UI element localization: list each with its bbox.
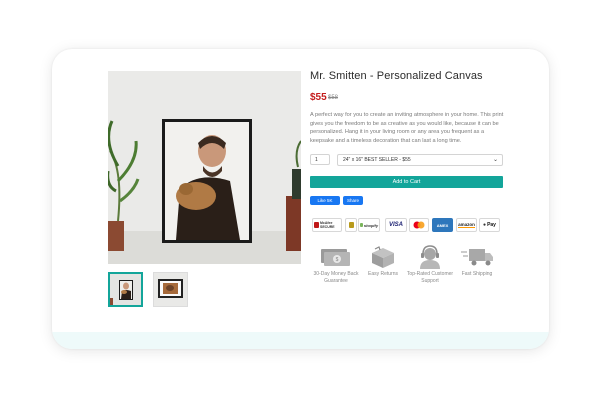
trust-fast-shipping-label: Fast Shipping <box>461 271 493 277</box>
quantity-input[interactable]: 1 <box>310 154 330 165</box>
product-old-price: $58 <box>328 95 339 101</box>
lock-icon <box>348 222 354 228</box>
trust-support: Top-Rated Customer Support <box>405 245 455 284</box>
trust-money-back-label: 30-Day Money Back Guarantee <box>313 271 359 284</box>
apple-icon: ● <box>483 222 487 228</box>
box-icon <box>372 246 394 268</box>
variant-select-value: 24" x 16" BEST SELLER - $55 <box>343 157 411 163</box>
amex-icon: AMEX <box>436 222 449 228</box>
product-main-image[interactable] <box>108 71 301 264</box>
visa-badge: VISA <box>385 218 407 232</box>
product-price: $55 <box>310 92 327 103</box>
facebook-share-button[interactable]: Share <box>343 196 363 205</box>
facebook-share-label: Share <box>346 198 359 203</box>
thumbnail-image <box>110 274 141 305</box>
product-description: A perfect way for you to create an invit… <box>310 112 504 145</box>
apple-pay-badge: ● Pay <box>479 218 500 232</box>
variant-select[interactable]: 24" x 16" BEST SELLER - $55 ⌄ <box>337 154 503 166</box>
apple-pay-label: Pay <box>487 222 496 228</box>
mastercard-badge <box>409 218 429 232</box>
money-icon: $ <box>321 249 350 266</box>
svg-text:$: $ <box>336 257 339 263</box>
chevron-down-icon: ⌄ <box>492 157 498 163</box>
product-title: Mr. Smitten - Personalized Canvas <box>310 70 483 82</box>
support-icon <box>420 245 440 269</box>
card-footer <box>52 332 549 349</box>
thumbnail-2[interactable] <box>153 272 188 307</box>
facebook-like-label: Like 5K <box>317 198 333 203</box>
trust-easy-returns: Easy Returns <box>358 245 408 278</box>
mastercard-icon <box>413 221 425 229</box>
add-to-cart-button[interactable]: Add to Cart <box>310 176 503 188</box>
thumbnail-1[interactable] <box>108 272 143 307</box>
mcafee-icon <box>314 222 319 228</box>
visa-icon: VISA <box>388 222 403 228</box>
amazon-icon: amazon <box>458 222 475 228</box>
mcafee-badge: McAfee SECURE <box>312 218 342 232</box>
trust-support-label: Top-Rated Customer Support <box>406 271 454 284</box>
shopify-icon <box>359 223 363 227</box>
truck-icon <box>461 249 493 266</box>
trust-money-back: $ 30-Day Money Back Guarantee <box>311 245 361 284</box>
secure-lock-badge <box>345 218 357 232</box>
trust-easy-returns-label: Easy Returns <box>367 271 398 277</box>
thumbnail-image <box>154 273 187 306</box>
facebook-like-button[interactable]: Like 5K <box>310 196 340 205</box>
product-card: Mr. Smitten - Personalized Canvas $55 $5… <box>52 49 549 349</box>
trust-fast-shipping: Fast Shipping <box>452 245 502 278</box>
shopify-label: shopify <box>363 222 379 228</box>
room-scene-illustration <box>108 71 301 264</box>
amex-badge: AMEX <box>432 218 453 232</box>
shopify-badge: shopify <box>358 218 380 232</box>
mcafee-label: McAfee SECURE <box>320 221 335 229</box>
amazon-badge: amazon <box>456 218 477 232</box>
